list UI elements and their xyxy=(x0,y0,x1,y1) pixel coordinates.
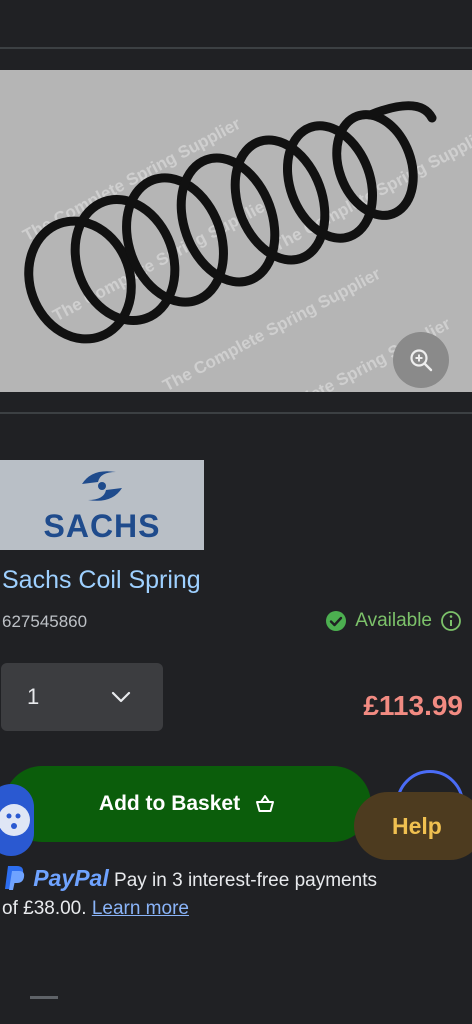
help-label: Help xyxy=(392,812,442,839)
availability-status: Available xyxy=(325,610,462,632)
learn-more-link[interactable]: Learn more xyxy=(92,898,189,919)
product-image[interactable]: The Complete Spring Supplier The Complet… xyxy=(0,70,472,392)
chat-avatar[interactable] xyxy=(0,784,34,856)
quantity-value: 1 xyxy=(27,684,40,709)
add-to-basket-button[interactable]: Add to Basket xyxy=(4,766,371,842)
check-circle-icon xyxy=(326,611,347,631)
zoom-in-icon xyxy=(410,349,433,372)
paypal-text-line2: of £38.00. xyxy=(2,898,87,919)
product-price: £113.99 xyxy=(363,690,463,721)
brand-logo: SACHS xyxy=(0,460,204,550)
add-to-basket-label: Add to Basket xyxy=(98,792,241,815)
mascot-icon xyxy=(0,804,30,836)
logo-text: SACHS xyxy=(43,507,161,544)
product-sku: 627545860 xyxy=(2,612,88,631)
product-title: Sachs Coil Spring xyxy=(2,566,201,594)
sachs-emblem-icon xyxy=(82,470,122,501)
paypal-text-line1: Pay in 3 interest-free payments xyxy=(114,870,377,891)
paypal-message: PayPal Pay in 3 interest-free payments o… xyxy=(2,864,442,923)
info-icon[interactable] xyxy=(440,610,462,632)
image-divider xyxy=(0,412,472,414)
chevron-down-icon xyxy=(111,691,131,703)
top-bar xyxy=(0,0,472,48)
help-button[interactable]: Help xyxy=(354,792,472,860)
bottom-indicator xyxy=(30,996,58,999)
quantity-select[interactable]: 1 xyxy=(1,663,163,731)
paypal-brand: PayPal xyxy=(33,865,109,891)
availability-label: Available xyxy=(355,610,432,631)
paypal-icon xyxy=(5,866,25,890)
top-divider xyxy=(0,47,472,49)
zoom-button[interactable] xyxy=(393,332,449,388)
basket-icon xyxy=(256,795,275,812)
